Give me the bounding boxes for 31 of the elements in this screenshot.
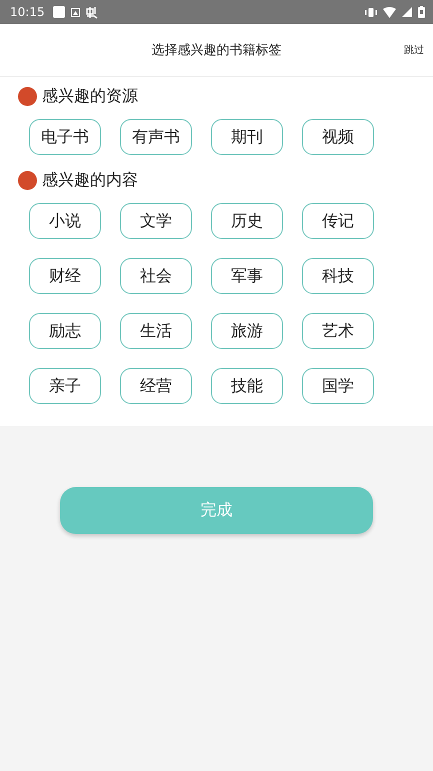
- tag-button[interactable]: 励志: [29, 313, 101, 349]
- tag-button[interactable]: 视频: [302, 119, 374, 155]
- image-icon: [70, 8, 80, 16]
- section-title: 感兴趣的内容: [42, 170, 138, 190]
- square-icon: [52, 6, 65, 18]
- tag-button[interactable]: 社会: [120, 258, 192, 294]
- page-title: 选择感兴趣的书籍标签: [152, 42, 282, 59]
- wifi-icon: [383, 6, 396, 18]
- clock-time: 10:15: [10, 5, 45, 19]
- tag-button[interactable]: 亲子: [29, 368, 101, 404]
- tag-button[interactable]: 财经: [29, 258, 101, 294]
- tag-button[interactable]: 军事: [211, 258, 283, 294]
- skip-link[interactable]: 跳过: [404, 43, 424, 57]
- tag-button[interactable]: 历史: [211, 203, 283, 239]
- section-title: 感兴趣的资源: [42, 86, 138, 106]
- tag-button[interactable]: 期刊: [211, 119, 283, 155]
- tag-button[interactable]: 小说: [29, 203, 101, 239]
- signal-icon: [402, 7, 412, 17]
- tag-button[interactable]: 科技: [302, 258, 374, 294]
- tag-button[interactable]: 有声书: [120, 119, 192, 155]
- tag-button[interactable]: 文学: [120, 203, 192, 239]
- tag-button[interactable]: 旅游: [211, 313, 283, 349]
- tag-button[interactable]: 传记: [302, 203, 374, 239]
- tag-button[interactable]: 国学: [302, 368, 374, 404]
- tag-button[interactable]: 艺术: [302, 313, 374, 349]
- tag-button[interactable]: 生活: [120, 313, 192, 349]
- tag-button[interactable]: 电子书: [29, 119, 101, 155]
- battery-icon: [418, 6, 425, 18]
- tag-button[interactable]: 技能: [211, 368, 283, 404]
- tag-button[interactable]: 经营: [120, 368, 192, 404]
- vibrate-icon: [365, 6, 377, 18]
